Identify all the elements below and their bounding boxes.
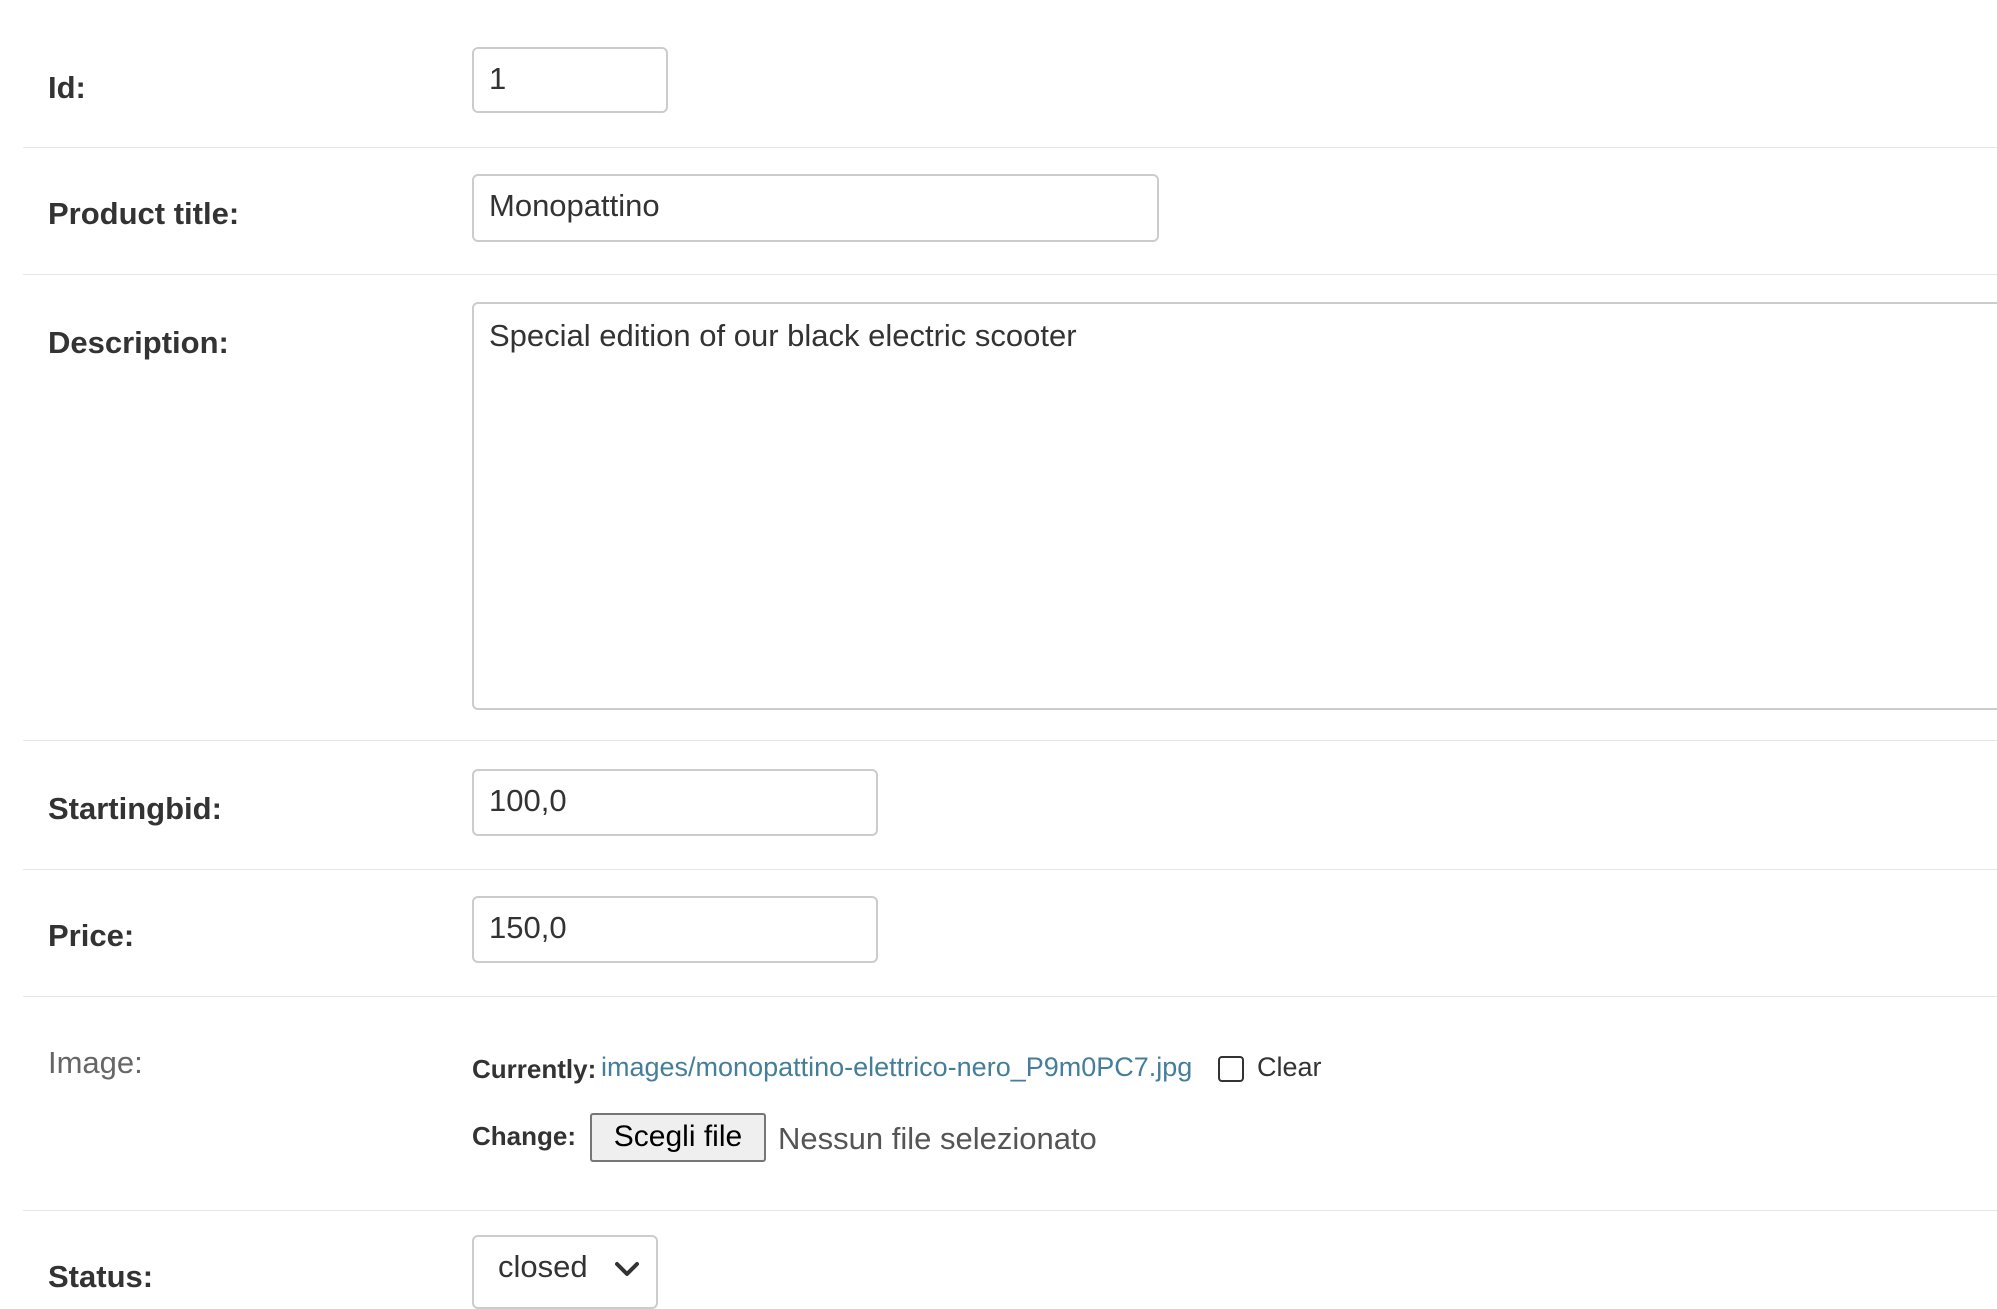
id-label: Id: — [48, 70, 86, 105]
product-title-label: Product title: — [48, 196, 240, 231]
product-title-input[interactable]: Monopattino — [472, 174, 1159, 242]
change-label: Change: — [472, 1121, 576, 1151]
clear-checkbox[interactable] — [1218, 1056, 1244, 1082]
status-label: Status: — [48, 1259, 154, 1294]
form-row-status: Status: closed — [23, 1211, 1997, 1309]
chevron-down-icon — [615, 1262, 639, 1276]
current-image-link[interactable]: images/monopattino-elettrico-nero_P9m0PC… — [601, 1052, 1192, 1083]
id-input[interactable]: 1 — [472, 47, 668, 113]
status-select-value: closed — [498, 1249, 588, 1284]
description-textarea[interactable]: Special edition of our black electric sc… — [472, 302, 1997, 710]
startingbid-input[interactable]: 100,0 — [472, 769, 878, 836]
status-select[interactable]: closed — [472, 1235, 658, 1309]
clear-label: Clear — [1257, 1052, 1322, 1082]
form-row-price: Price: 150,0 — [23, 870, 1997, 997]
form-row-id: Id: 1 — [23, 0, 1997, 148]
price-input[interactable]: 150,0 — [472, 896, 878, 963]
choose-file-button[interactable]: Scegli file — [590, 1113, 766, 1162]
image-label: Image: — [48, 1045, 143, 1080]
no-file-selected-text: Nessun file selezionato — [778, 1121, 1097, 1156]
startingbid-label: Startingbid: — [48, 791, 222, 826]
price-label: Price: — [48, 918, 135, 953]
form-row-image: Image: Currently: images/monopattino-ele… — [23, 997, 1997, 1211]
product-form: Id: 1 Product title: Monopattino Descrip… — [23, 0, 1997, 1309]
form-row-product-title: Product title: Monopattino — [23, 148, 1997, 275]
description-label: Description: — [48, 325, 229, 360]
currently-label: Currently: — [472, 1054, 597, 1084]
form-row-startingbid: Startingbid: 100,0 — [23, 741, 1997, 870]
form-row-description: Description: Special edition of our blac… — [23, 275, 1997, 741]
